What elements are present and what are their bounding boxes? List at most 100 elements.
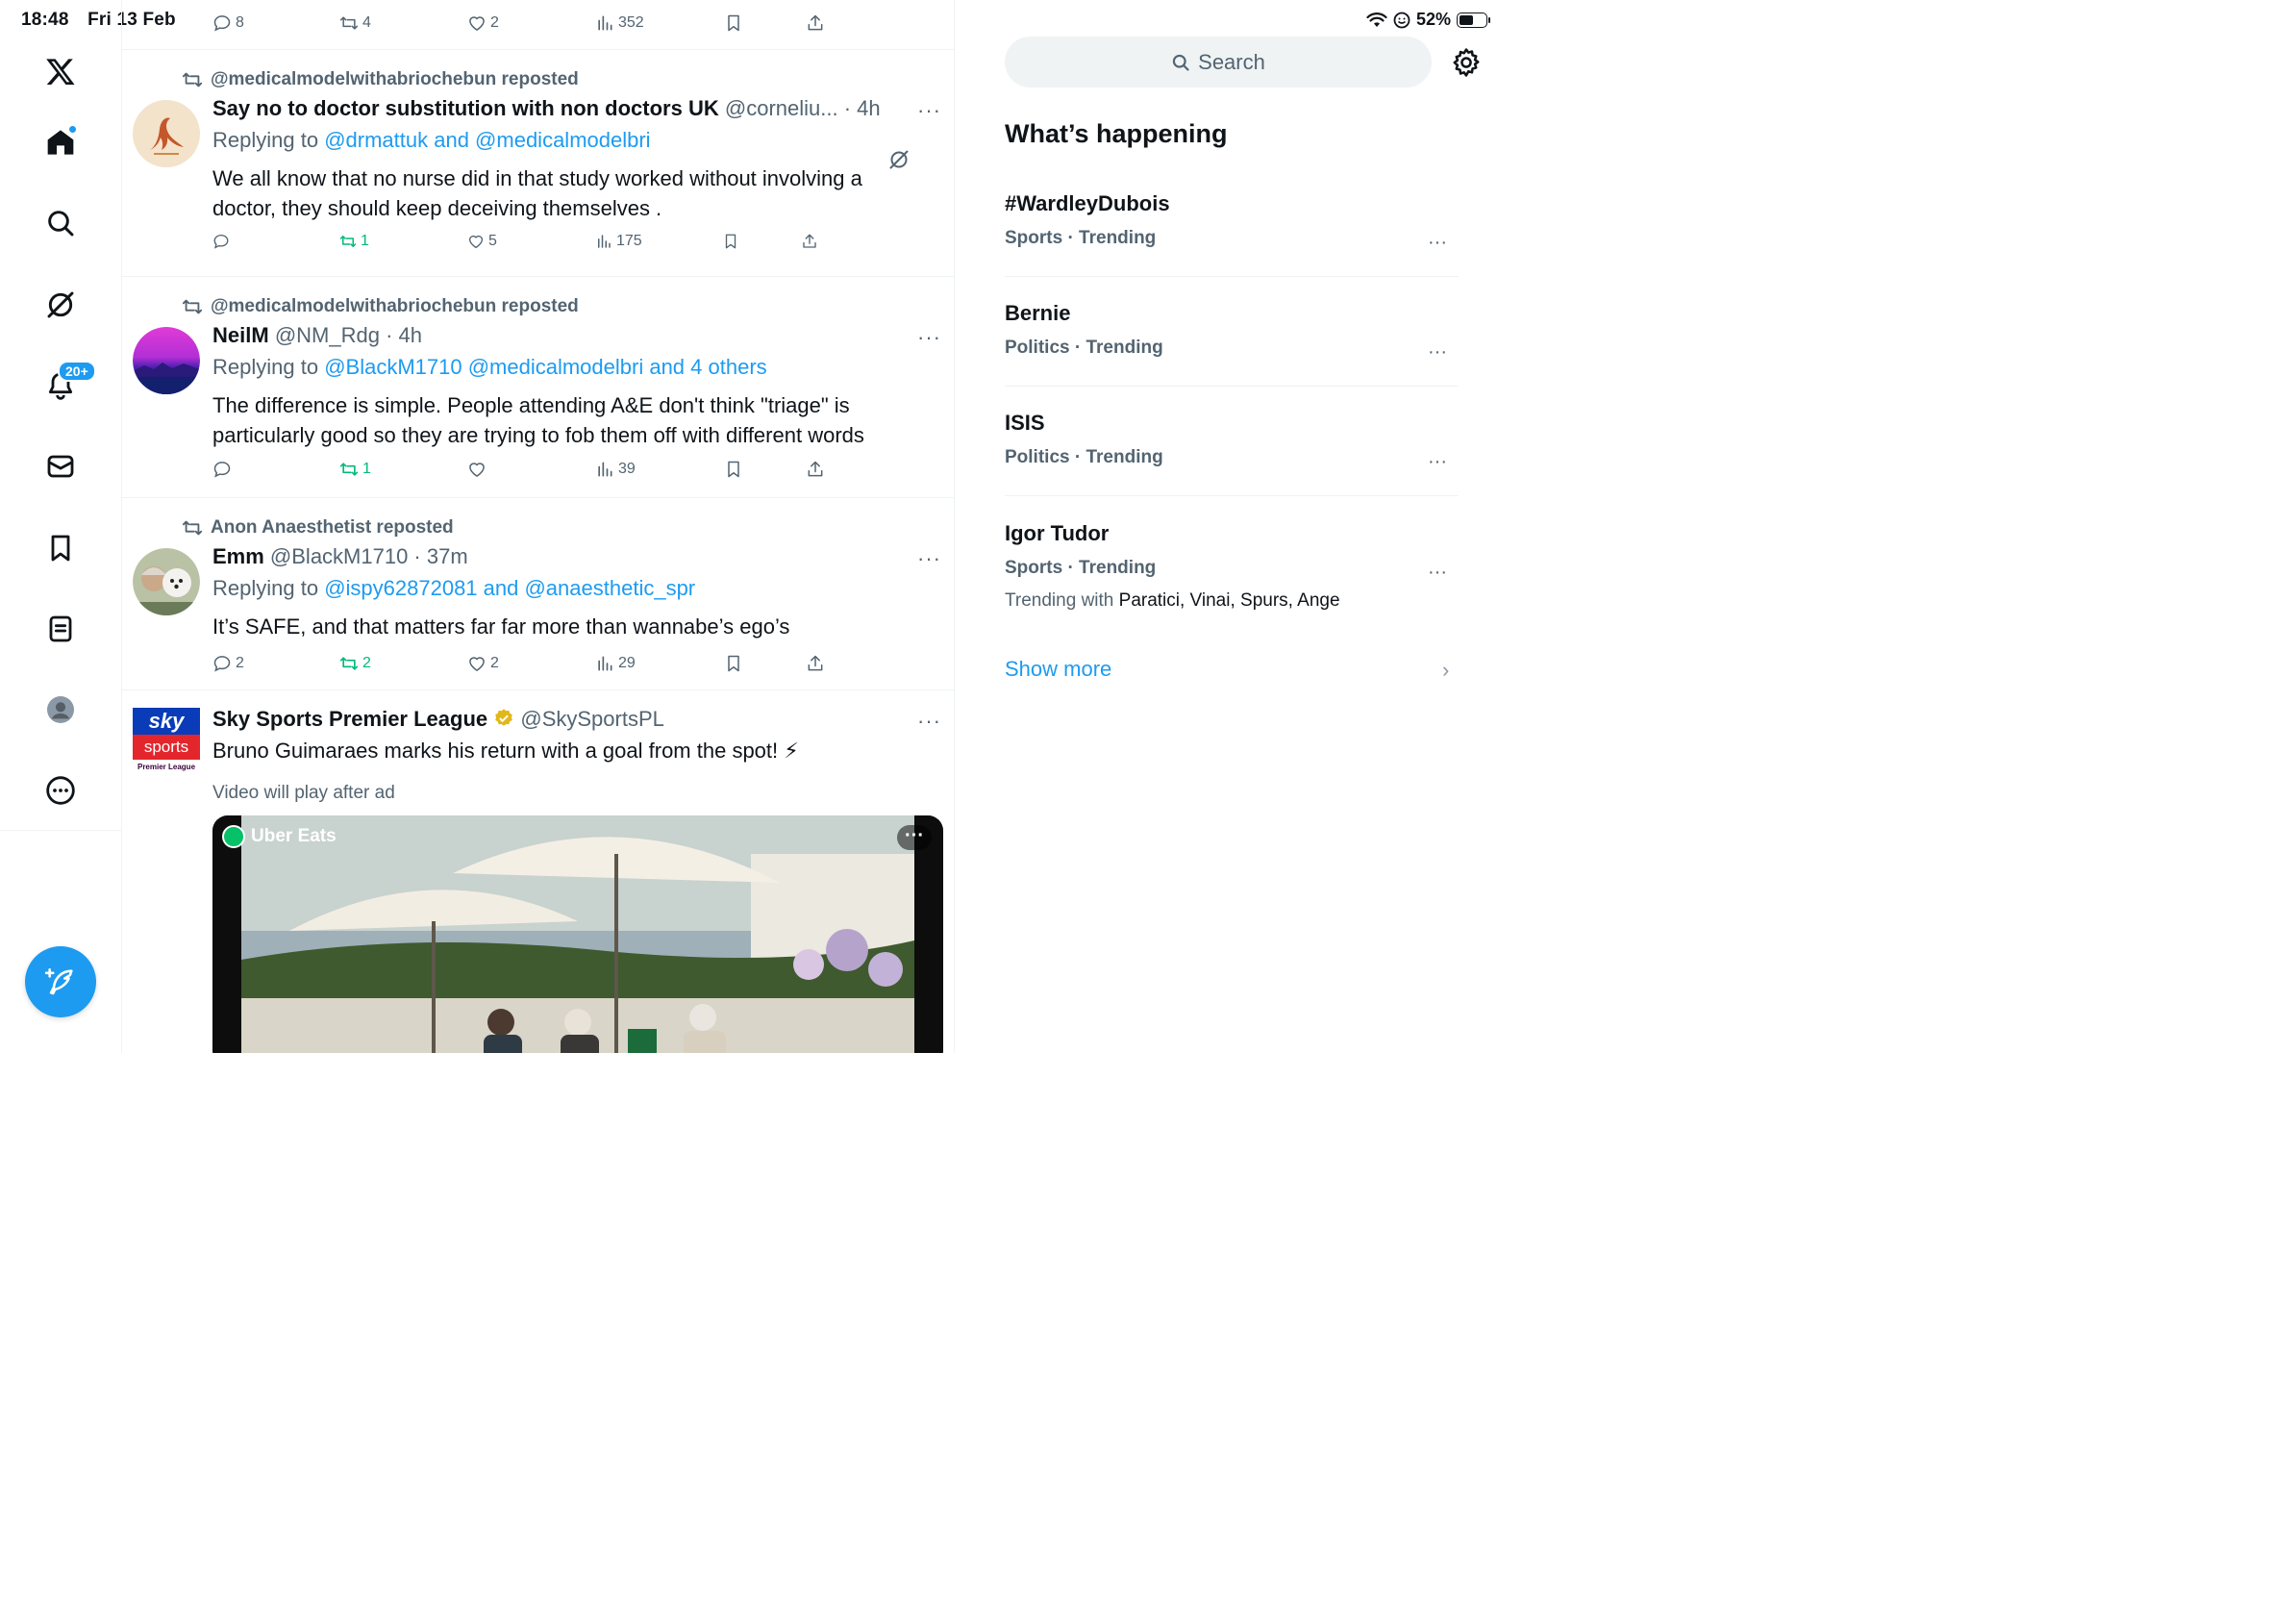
post-header: Emm @BlackM1710 · 37m — [212, 544, 468, 569]
like-button[interactable]: 5 — [467, 233, 497, 250]
trend-divider — [1005, 495, 1459, 496]
lists-icon[interactable] — [41, 610, 80, 648]
trend-meta: Politics · Trending — [1005, 447, 1163, 467]
trend-more-icon[interactable]: ··· — [1428, 341, 1447, 363]
author-name[interactable]: Emm — [212, 544, 264, 568]
video-more-icon[interactable]: ··· — [897, 825, 932, 850]
bookmark-button[interactable] — [722, 233, 739, 250]
grok-icon[interactable] — [41, 286, 80, 324]
like-button[interactable] — [467, 460, 490, 479]
avatar[interactable] — [133, 327, 200, 394]
more-options-icon[interactable] — [41, 771, 80, 810]
repost-button[interactable]: 4 — [339, 13, 371, 33]
views-button[interactable]: 175 — [595, 233, 642, 250]
trend-item[interactable]: Bernie Politics · Trending ··· — [1005, 301, 1459, 363]
reply-button[interactable] — [212, 233, 234, 250]
author-name[interactable]: NeilM — [212, 323, 269, 347]
replying-label: Replying to — [212, 128, 319, 152]
bookmark-button[interactable] — [724, 460, 743, 479]
like-button[interactable]: 2 — [467, 654, 499, 673]
like-button[interactable]: 2 — [467, 13, 499, 33]
author-handle[interactable]: @SkySportsPL — [520, 707, 664, 731]
x-logo-icon[interactable] — [41, 52, 80, 90]
trend-more-icon[interactable]: ··· — [1428, 232, 1447, 254]
avatar-skysports[interactable]: sky sports Premier League — [133, 708, 200, 775]
post-item[interactable]: Anon Anaesthetist reposted Emm @BlackM17… — [122, 498, 954, 690]
settings-button[interactable] — [1450, 46, 1483, 84]
ad-advertiser[interactable]: Uber Eats — [222, 825, 337, 848]
home-icon[interactable] — [41, 123, 80, 162]
chevron-right-icon[interactable]: › — [1442, 658, 1449, 683]
trend-more-icon[interactable]: ··· — [1428, 451, 1447, 473]
trend-name: ISIS — [1005, 411, 1045, 435]
post-more-icon[interactable]: ··· — [917, 546, 941, 571]
video-player[interactable]: Uber Eats ··· — [212, 815, 943, 1053]
notifications-bell-icon[interactable]: 20+ — [41, 361, 96, 405]
messages-icon[interactable] — [41, 447, 80, 486]
post-item[interactable]: @medicalmodelwithabriochebun reposted Ne… — [122, 277, 954, 498]
bookmark-button[interactable] — [724, 654, 743, 673]
repost-icon — [339, 16, 359, 30]
reply-icon — [213, 462, 231, 478]
replying-to: Replying to @drmattuk and @medicalmodelb… — [212, 128, 651, 153]
compose-post-button[interactable] — [25, 946, 96, 1017]
search-nav-icon[interactable] — [41, 204, 80, 242]
profile-avatar-icon[interactable] — [41, 690, 80, 729]
author-handle[interactable]: @NM_Rdg · 4h — [275, 323, 422, 347]
share-button[interactable] — [801, 233, 818, 250]
post-item[interactable]: @medicalmodelwithabriochebun reposted Sa… — [122, 50, 954, 277]
repost-icon — [339, 657, 359, 670]
bookmarks-icon[interactable] — [41, 529, 80, 567]
post-partial[interactable]: 8 4 2 352 — [122, 0, 954, 50]
battery-icon — [1457, 12, 1490, 28]
share-button[interactable] — [806, 460, 825, 479]
reply-button[interactable] — [212, 460, 236, 479]
repost-button[interactable]: 1 — [339, 233, 369, 250]
share-button[interactable] — [806, 13, 825, 33]
verified-gold-badge-icon — [495, 709, 513, 726]
share-icon — [803, 234, 816, 248]
views-button[interactable]: 39 — [595, 460, 636, 479]
author-name[interactable]: Say no to doctor substitution with non d… — [212, 96, 719, 120]
bookmark-icon — [725, 234, 736, 249]
bookmark-button[interactable] — [724, 13, 743, 33]
post-more-icon[interactable]: ··· — [917, 325, 941, 350]
author-handle[interactable]: @corneliu... · 4h — [725, 96, 881, 120]
trend-related-names: Paratici, Vinai, Spurs, Ange — [1118, 590, 1340, 611]
home-timeline[interactable]: 8 4 2 352 @medicalmodelwithabriochebun r… — [122, 0, 955, 1053]
post-text: Bruno Guimaraes marks his return with a … — [212, 739, 799, 763]
post-more-icon[interactable]: ··· — [917, 709, 941, 734]
repost-by-text: @medicalmodelwithabriochebun reposted — [211, 69, 579, 89]
author-handle[interactable]: @BlackM1710 · 37m — [270, 544, 468, 568]
reply-mentions[interactable]: @drmattuk and @medicalmodelbri — [324, 128, 650, 152]
ad-brand-name: Uber Eats — [251, 826, 337, 846]
heart-icon — [469, 657, 485, 671]
reply-button[interactable]: 8 — [212, 13, 244, 33]
views-count: 352 — [618, 14, 644, 31]
repost-small-icon — [182, 520, 203, 536]
author-name[interactable]: Sky Sports Premier League — [212, 707, 487, 731]
like-count: 2 — [490, 655, 499, 671]
avatar[interactable] — [133, 548, 200, 615]
search-placeholder: Search — [1198, 49, 1265, 74]
trend-item[interactable]: ISIS Politics · Trending ··· — [1005, 411, 1459, 472]
repost-button[interactable]: 1 — [339, 460, 371, 479]
post-text: The difference is simple. People attendi… — [212, 393, 864, 447]
avatar[interactable] — [133, 100, 200, 167]
show-more-link[interactable]: Show more — [1005, 657, 1111, 682]
trend-more-icon[interactable]: ··· — [1428, 562, 1447, 584]
trend-item[interactable]: Igor Tudor Sports · Trending Trending wi… — [1005, 521, 1459, 612]
repost-button[interactable]: 2 — [339, 654, 371, 673]
reply-mentions[interactable]: @BlackM1710 @medicalmodelbri and 4 other… — [324, 355, 766, 379]
reply-mentions[interactable]: @ispy62872081 and @anaesthetic_spr — [324, 576, 695, 600]
reply-icon — [213, 234, 229, 249]
views-button[interactable]: 352 — [595, 13, 644, 33]
views-button[interactable]: 29 — [595, 654, 636, 673]
post-actions: 1 39 — [212, 460, 837, 483]
trend-name: #WardleyDubois — [1005, 191, 1170, 215]
search-input[interactable]: Search — [1005, 37, 1432, 88]
trend-item[interactable]: #WardleyDubois Sports · Trending ··· — [1005, 191, 1459, 253]
share-button[interactable] — [806, 654, 825, 673]
post-more-icon[interactable]: ··· — [917, 98, 941, 123]
reply-button[interactable]: 2 — [212, 654, 244, 673]
